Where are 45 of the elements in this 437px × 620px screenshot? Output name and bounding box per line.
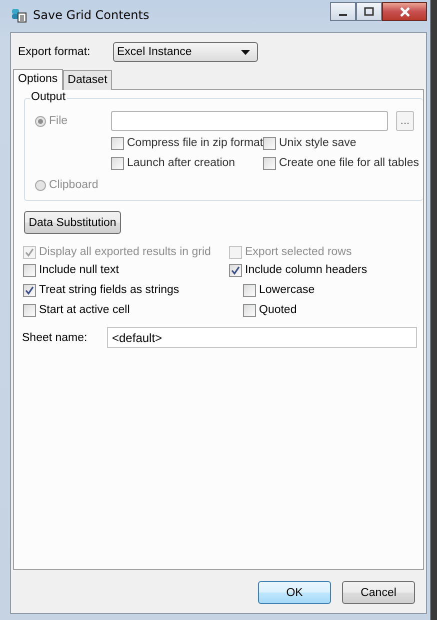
checkbox[interactable] xyxy=(23,284,36,296)
checkbox[interactable] xyxy=(243,284,256,296)
checkbox[interactable] xyxy=(263,136,276,150)
checkbox-label: Unix style save xyxy=(279,137,356,149)
radio-label: Clipboard xyxy=(49,179,98,191)
field-label: Sheet name: xyxy=(22,332,88,344)
group-legend: Output xyxy=(30,91,67,103)
checkbox-label: Export selected rows xyxy=(245,246,352,258)
tab[interactable]: Dataset xyxy=(62,70,112,90)
checkbox[interactable] xyxy=(229,264,242,276)
maximize-icon xyxy=(364,6,374,16)
app-icon xyxy=(11,7,27,23)
dialog-button[interactable]: Cancel xyxy=(342,581,415,604)
close-button[interactable] xyxy=(382,2,427,21)
checkbox-label: Include null text xyxy=(39,264,119,276)
checkbox-label: Start at active cell xyxy=(39,304,130,316)
checkbox-label: Lowercase xyxy=(259,284,315,296)
checkbox[interactable] xyxy=(263,156,276,170)
checkbox-label: Display all exported results in grid xyxy=(39,246,211,258)
window-title: Save Grid Contents xyxy=(33,8,150,22)
close-icon xyxy=(398,6,410,16)
sheet-name-field[interactable]: <default> xyxy=(107,327,417,348)
browse-button[interactable]: ... xyxy=(396,111,414,131)
maximize-button[interactable] xyxy=(356,2,382,21)
field-label: Export format: xyxy=(18,46,92,58)
radio-label: File xyxy=(49,115,68,127)
checkbox-label: Include column headers xyxy=(245,264,368,276)
data-substitution-button[interactable]: Data Substitution xyxy=(24,211,121,234)
checkbox[interactable] xyxy=(243,304,256,316)
dialog-button[interactable]: OK xyxy=(258,581,331,604)
checkbox[interactable] xyxy=(23,264,36,276)
minimize-button[interactable] xyxy=(330,2,356,21)
tab[interactable]: Options xyxy=(13,69,63,90)
dropdown-arrow-icon xyxy=(241,50,250,54)
checkbox-label: Launch after creation xyxy=(127,157,236,169)
checkbox[interactable] xyxy=(111,136,124,150)
format-dropdown[interactable]: Excel Instance xyxy=(113,42,258,62)
checkbox-label: Treat string fields as strings xyxy=(39,284,180,296)
checkbox-label: Create one file for all tables xyxy=(279,157,419,169)
checkbox-label: Quoted xyxy=(259,304,297,316)
minimize-icon xyxy=(339,14,347,16)
checkbox[interactable] xyxy=(111,156,124,170)
checkbox-label: Compress file in zip format xyxy=(127,137,264,149)
file-path-field[interactable] xyxy=(111,111,388,131)
checkbox[interactable] xyxy=(23,304,36,316)
